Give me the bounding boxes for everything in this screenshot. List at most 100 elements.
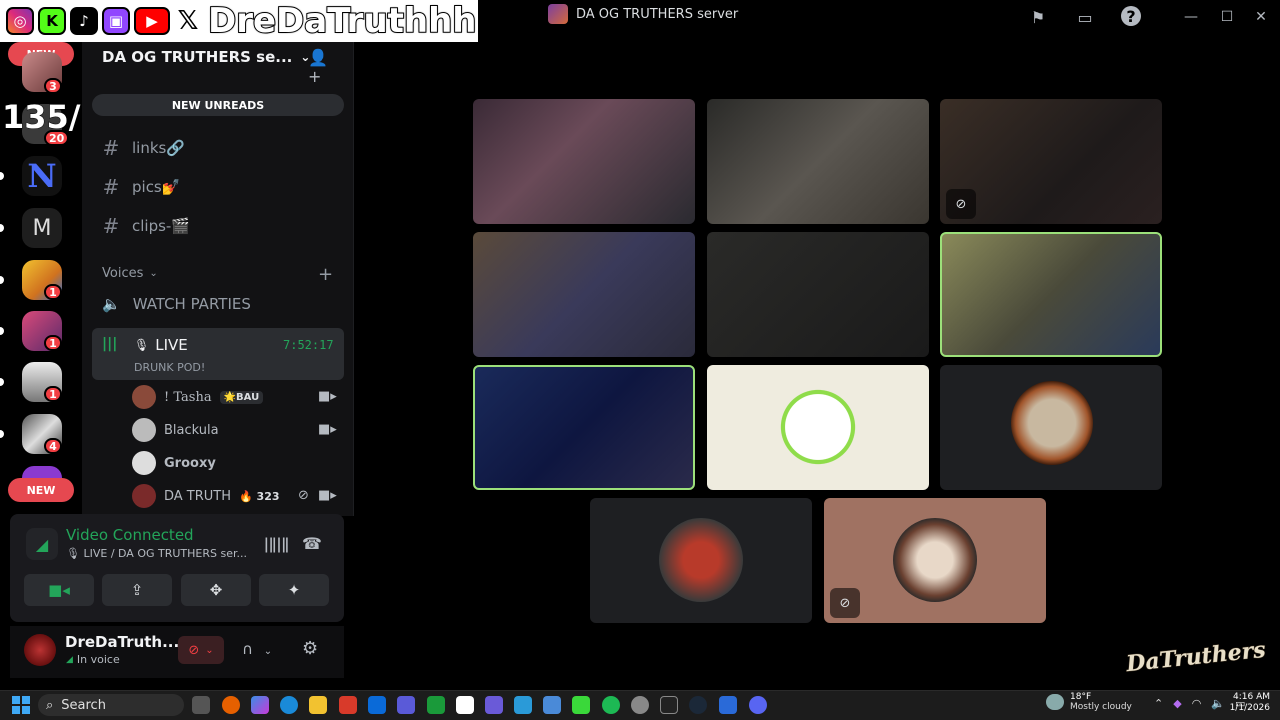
taskbar-search[interactable]: ⌕ Search — [38, 694, 184, 716]
maximize-icon[interactable]: ☐ — [1216, 6, 1238, 28]
chevron-up-icon[interactable]: ⌃ — [1154, 697, 1163, 710]
live-voice-channel[interactable] — [92, 328, 344, 380]
firefox-icon[interactable] — [222, 696, 240, 714]
video-tile[interactable] — [707, 232, 929, 357]
outlook-icon[interactable] — [368, 696, 386, 714]
epic-games-icon[interactable] — [660, 696, 678, 714]
help-icon[interactable]: ? — [1121, 6, 1141, 26]
minimize-icon[interactable]: — — [1180, 6, 1202, 28]
voice-user[interactable]: Grooxy — [132, 449, 216, 477]
streamlabs-icon[interactable] — [514, 696, 532, 714]
soundboard-button[interactable]: ✦ — [259, 574, 329, 606]
color-app-icon[interactable]: ◆ — [1173, 697, 1181, 710]
avatar — [132, 451, 156, 475]
new-unreads-banner[interactable]: NEW UNREADS — [92, 94, 344, 116]
weather-widget[interactable]: 18°F Mostly cloudy — [1046, 692, 1132, 712]
video-tile[interactable] — [707, 99, 929, 224]
avatar — [776, 385, 860, 469]
invite-people-icon[interactable]: 👤+ — [308, 48, 330, 86]
monitor-app-icon[interactable] — [719, 696, 737, 714]
voice-user[interactable]: ! Tasha 🌟BAU — [132, 383, 264, 411]
voice-user[interactable]: DA TRUTH 🔥 323 — [132, 482, 280, 510]
noise-suppression-icon[interactable]: ǀǁǀǁ — [264, 534, 289, 553]
office-icon[interactable] — [339, 696, 357, 714]
video-tile-speaking[interactable] — [473, 365, 695, 490]
camera-button[interactable]: ■◂ — [24, 574, 94, 606]
window-app-icon[interactable] — [456, 696, 474, 714]
user-name[interactable]: DreDaTruth... — [65, 633, 179, 651]
volume-icon[interactable]: 🔈 — [1211, 697, 1225, 710]
close-icon[interactable]: ✕ — [1250, 6, 1272, 28]
teams-icon[interactable] — [397, 696, 415, 714]
server-icon — [548, 4, 568, 24]
chevron-down-icon: ⌄ — [149, 268, 158, 279]
camera-icon: ■▸ — [318, 389, 337, 404]
avatar-tile[interactable] — [707, 365, 929, 490]
live-duration: 7:52:17 — [283, 338, 334, 352]
channel-name: links🔗 — [132, 139, 186, 157]
video-tile[interactable]: ⊘ — [940, 99, 1162, 224]
spotify-icon[interactable] — [602, 696, 620, 714]
video-tile[interactable] — [473, 232, 695, 357]
soundboard-icon: ✦ — [287, 581, 301, 599]
channel-pics[interactable]: # pics💅 — [102, 172, 181, 202]
channel-watch-parties[interactable]: 🔈 WATCH PARTIES — [102, 295, 251, 313]
photos-icon[interactable] — [543, 696, 561, 714]
voices-category[interactable]: Voices ⌄ — [102, 266, 158, 281]
copilot-icon[interactable] — [251, 696, 269, 714]
server-m[interactable]: M — [22, 208, 62, 248]
video-tile-speaking[interactable] — [940, 232, 1162, 357]
video-tile[interactable] — [473, 99, 695, 224]
channel-clips[interactable]: # clips-🎬 — [102, 211, 190, 241]
avatar — [132, 418, 156, 442]
stream-overlay: ◎ K ♪ ▣ ▶ 𝕏 DreDaTruthhh — [0, 0, 478, 42]
kick-icon: K — [38, 7, 66, 35]
streamer-name: DreDaTruthhh — [207, 0, 478, 42]
file-explorer-icon[interactable] — [309, 696, 327, 714]
avatar-tile[interactable]: ⊘ — [824, 498, 1046, 623]
add-channel-icon[interactable]: + — [318, 264, 333, 285]
avatar-tile[interactable] — [590, 498, 812, 623]
avatar — [1011, 381, 1093, 465]
voice-channel-text: LIVE / DA OG TRUTHERS ser... — [83, 547, 247, 560]
mic-muted-icon: ⊘ — [188, 642, 200, 658]
headphones-button[interactable]: ∩ ⌄ — [242, 640, 272, 658]
x-icon: 𝕏 — [174, 6, 202, 36]
voice-user-name: ! Tasha — [164, 389, 212, 405]
disconnect-icon[interactable]: ☎ — [302, 534, 322, 553]
obs-icon[interactable] — [631, 696, 649, 714]
server-n[interactable]: N — [22, 156, 62, 196]
voice-channel-name[interactable]: 🎙 LIVE / DA OG TRUTHERS ser... — [66, 547, 247, 560]
settings-gear-icon[interactable]: ⚙ — [302, 638, 318, 659]
task-view-icon[interactable] — [192, 696, 210, 714]
windows-start-icon[interactable] — [12, 696, 30, 714]
voice-user[interactable]: Blackula — [132, 416, 219, 444]
tiktok-icon: ♪ — [70, 7, 98, 35]
purple-app-icon[interactable] — [485, 696, 503, 714]
avatar[interactable] — [24, 634, 56, 666]
channel-links[interactable]: # links🔗 — [102, 133, 185, 163]
taskbar-clock[interactable]: 4:16 AM 1/1/2026 — [1226, 692, 1270, 714]
voice-status[interactable]: Video Connected — [66, 526, 194, 544]
steam-icon[interactable] — [689, 696, 707, 714]
server-badge: 3 — [44, 78, 62, 94]
activities-button[interactable]: ✥ — [181, 574, 251, 606]
discord-icon[interactable] — [749, 696, 767, 714]
m-logo-icon: M — [32, 215, 52, 241]
edge-icon[interactable] — [280, 696, 298, 714]
clock-date: 1/1/2026 — [1229, 703, 1270, 713]
capcut-icon[interactable] — [572, 696, 590, 714]
mute-button[interactable]: ⊘ ⌄ — [178, 636, 224, 664]
signal-icon[interactable]: ◢ — [26, 528, 58, 560]
wifi-icon[interactable]: ◠ — [1192, 697, 1202, 710]
server-badge: 1 — [44, 335, 62, 351]
new-pill-bottom[interactable]: NEW — [8, 478, 74, 502]
chevron-down-icon: ⌄ — [205, 644, 214, 656]
flag-icon[interactable]: ⚑ — [1027, 6, 1049, 28]
server-header[interactable]: DA OG TRUTHERS se... ⌄ — [102, 48, 310, 66]
inbox-icon[interactable]: ▭ — [1074, 6, 1096, 28]
screen-share-button[interactable]: ⇪ — [102, 574, 172, 606]
server-badge: 1 — [44, 284, 62, 300]
avatar-tile[interactable] — [940, 365, 1162, 490]
green-app-icon[interactable] — [427, 696, 445, 714]
